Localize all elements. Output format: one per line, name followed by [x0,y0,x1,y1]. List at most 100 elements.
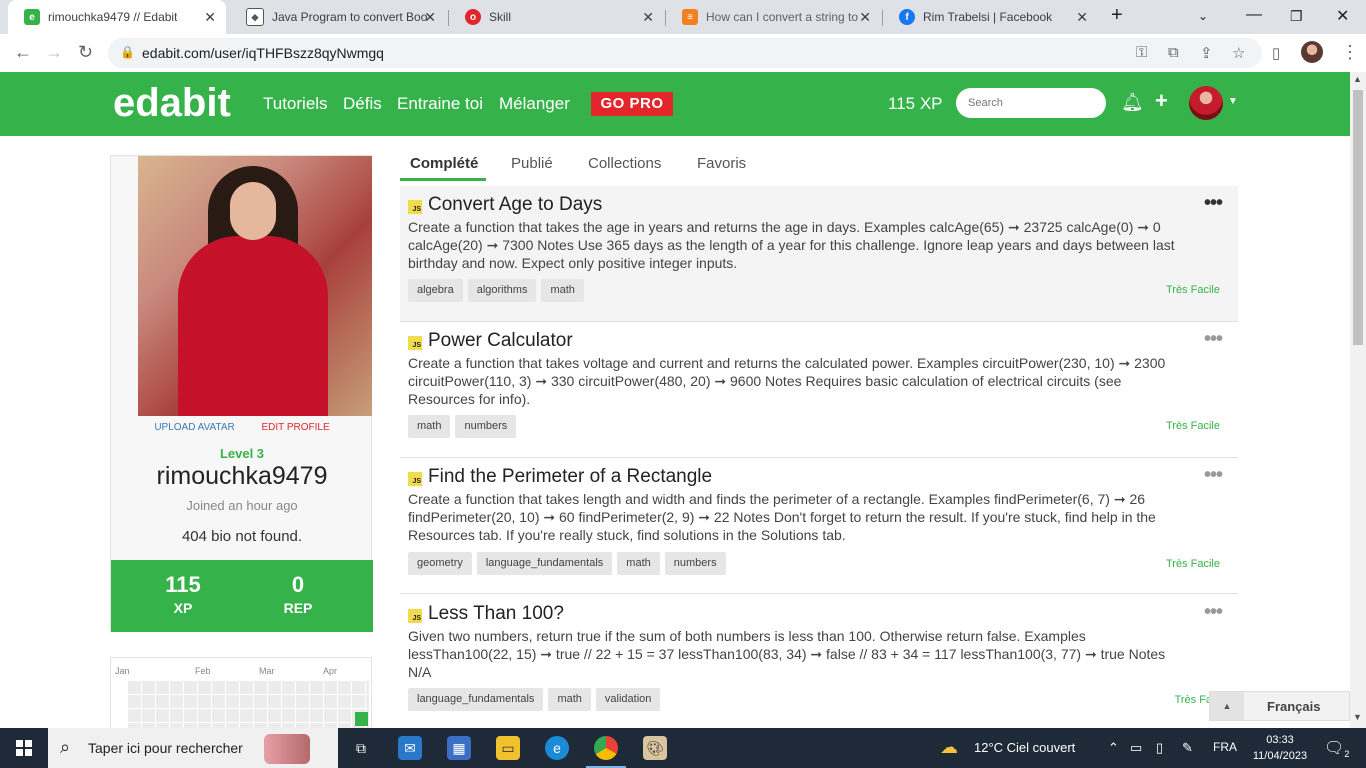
tag[interactable]: validation [595,688,661,711]
challenge-card[interactable]: JS Find the Perimeter of a Rectangle •••… [400,458,1238,594]
tag[interactable]: math [541,279,584,302]
search-input[interactable] [956,88,1106,118]
bell-icon[interactable]: 🔔︎ [1121,92,1144,113]
close-tab-icon[interactable]: ✕ [859,9,871,26]
challenge-card[interactable]: JS Power Calculator ••• Create a functio… [400,322,1238,458]
tag-list: math numbers [408,415,517,438]
chevron-down-icon[interactable]: ▼ [1228,96,1238,107]
nav-entraine-toi[interactable]: Entraine toi [397,94,483,114]
browser-tab-edabit[interactable]: e rimouchka9479 // Edabit ✕ [8,0,226,34]
challenge-title[interactable]: Power Calculator [428,330,573,352]
scroll-down-arrow-icon[interactable]: ▼ [1353,712,1362,722]
browser-tab-facebook[interactable]: f Rim Trabelsi | Facebook ✕ [883,0,1098,34]
nav-melanger[interactable]: Mélanger [499,94,570,114]
bookmark-star-icon[interactable]: ☆ [1232,44,1245,62]
key-icon[interactable]: ⚿ [1136,44,1147,61]
challenge-title[interactable]: Convert Age to Days [428,194,602,216]
battery-icon[interactable]: ▯ [1156,740,1163,756]
close-tab-icon[interactable]: ✕ [204,9,216,26]
restore-icon[interactable]: ❐ [1290,8,1303,25]
taskbar-search-text[interactable]: Taper ici pour rechercher [88,740,243,756]
scroll-up-arrow-icon[interactable]: ▲ [1353,74,1362,84]
browser-tab-skill[interactable]: o Skill ✕ [449,0,664,34]
nav-defis[interactable]: Défis [343,94,382,114]
javascript-icon: JS [408,609,422,623]
more-options-icon[interactable]: ••• [1204,328,1223,351]
pen-icon[interactable]: ✎ [1182,740,1193,756]
side-panel-icon[interactable]: ▯ [1272,44,1280,62]
search-highlight-icon[interactable] [264,734,310,764]
edit-profile-link[interactable]: EDIT PROFILE [262,422,330,433]
more-options-icon[interactable]: ••• [1204,601,1223,624]
taskbar-search[interactable]: ⌕ Taper ici pour rechercher [48,728,338,768]
nav-tutoriels[interactable]: Tutoriels [263,94,328,114]
upload-avatar-link[interactable]: UPLOAD AVATAR [154,422,234,433]
browser-menu-icon[interactable]: ⋮ [1341,42,1359,63]
close-tab-icon[interactable]: ✕ [642,9,654,26]
browser-tab-bar: e rimouchka9479 // Edabit ✕ ◆ Java Progr… [0,0,1366,34]
mail-icon[interactable]: ✉ [398,736,422,760]
url-text[interactable]: edabit.com/user/iqTHFBszz8qyNwmgq [142,45,384,61]
language-selector[interactable]: ▲ Français [1209,691,1350,721]
close-tab-icon[interactable]: ✕ [1076,9,1088,26]
file-explorer-icon[interactable]: ▭ [496,736,520,760]
plus-icon[interactable]: + [1155,88,1168,114]
window-close-icon[interactable]: ✕ [1336,6,1349,26]
tag[interactable]: algebra [408,279,463,302]
challenge-title[interactable]: Less Than 100? [428,603,564,625]
input-language[interactable]: FRA [1213,740,1237,754]
share-icon[interactable]: ⇪ [1200,44,1213,62]
challenge-card[interactable]: JS Less Than 100? ••• Given two numbers,… [400,595,1238,731]
translate-icon[interactable]: ⧉ [1168,44,1179,61]
tag[interactable]: numbers [664,552,726,575]
challenge-card[interactable]: JS Convert Age to Days ••• Create a func… [400,186,1238,322]
back-arrow-icon[interactable]: ← [14,42,32,63]
chrome-icon[interactable] [594,736,618,760]
omnibox[interactable]: 🔒 edabit.com/user/iqTHFBszz8qyNwmgq ⚿ ⧉ … [108,38,1262,68]
language-label[interactable]: Français [1267,699,1320,714]
close-tab-icon[interactable]: ✕ [424,9,436,26]
tag[interactable]: geometry [408,552,472,575]
tag[interactable]: language_fundamentals [408,688,544,711]
tag[interactable]: math [548,688,591,711]
go-pro-button[interactable]: GO PRO [591,92,673,116]
profile-avatar-icon[interactable] [1301,41,1323,63]
tag[interactable]: math [617,552,660,575]
task-view-icon[interactable]: ⧉ [349,736,373,760]
lock-icon[interactable]: 🔒 [120,45,135,59]
more-options-icon[interactable]: ••• [1204,192,1223,215]
edge-icon[interactable]: e [545,736,569,760]
scroll-thumb[interactable] [1353,90,1363,345]
page-scrollbar[interactable]: ▲ ▼ [1350,72,1366,728]
tab-collections[interactable]: Collections [588,155,661,172]
store-icon[interactable]: ▦ [447,736,471,760]
more-options-icon[interactable]: ••• [1204,464,1223,487]
weather-text[interactable]: 12°C Ciel couvert [974,740,1075,755]
month-label: Mar [259,666,275,676]
minimize-icon[interactable]: — [1246,6,1262,24]
windows-start-icon[interactable] [12,736,36,760]
reload-icon[interactable]: ↻ [78,42,93,63]
tab-publie[interactable]: Publié [511,155,553,172]
new-tab-icon[interactable]: + [1111,4,1123,27]
paint-icon[interactable]: 🎨︎ [643,736,667,760]
tab-search-chevron-icon[interactable]: ⌄ [1198,9,1208,23]
edabit-logo[interactable]: edabit [113,81,231,126]
clock[interactable]: 03:33 11/04/2023 [1250,732,1310,764]
chevron-up-icon[interactable]: ⌃ [1108,740,1119,756]
tag[interactable]: language_fundamentals [476,552,613,575]
tag[interactable]: algorithms [467,279,537,302]
tab-favoris[interactable]: Favoris [697,155,746,172]
tag[interactable]: numbers [455,415,517,438]
browser-tab-java[interactable]: ◆ Java Program to convert Boo ✕ [230,0,446,34]
network-icon[interactable]: ▭ [1130,740,1142,756]
tab-complete[interactable]: Complété [410,155,478,172]
challenge-title[interactable]: Find the Perimeter of a Rectangle [428,466,712,488]
avatar[interactable] [1189,86,1223,120]
forward-arrow-icon[interactable]: → [45,42,63,63]
browser-tab-stackoverflow[interactable]: ≡ How can I convert a string to ✕ [666,0,881,34]
tag[interactable]: math [408,415,451,438]
notification-icon[interactable]: 🗨︎2 [1324,738,1349,759]
weather-icon[interactable]: ☁ [940,737,958,758]
chevron-up-icon[interactable]: ▲ [1210,692,1244,720]
